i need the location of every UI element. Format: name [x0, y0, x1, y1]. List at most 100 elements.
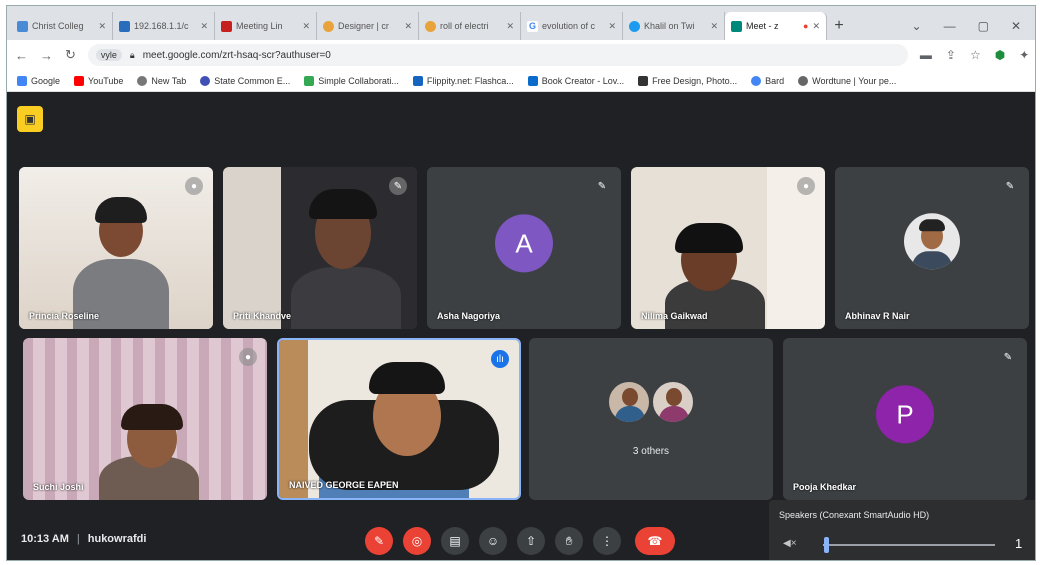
bookmark-free-design[interactable]: Free Design, Photo...	[638, 75, 737, 86]
raise-hand-button[interactable]: ✋︎	[555, 527, 583, 555]
mic-toggle-button[interactable]: ✎	[365, 527, 393, 555]
participant-tile-active-speaker[interactable]: ılı NAIVED GEORGE EAPEN	[277, 338, 521, 500]
participant-tile[interactable]: ✎ Abhinav R Nair	[835, 167, 1029, 329]
mic-off-icon: ✎	[1003, 351, 1013, 363]
participant-tile[interactable]: P ✎ Pooja Khedkar	[783, 338, 1027, 500]
close-icon[interactable]: ✕	[302, 21, 310, 32]
close-window-icon[interactable]: ✕	[1011, 19, 1021, 33]
globe-icon	[798, 75, 809, 86]
reactions-button[interactable]: ☺	[479, 527, 507, 555]
close-icon[interactable]: ✕	[710, 21, 718, 32]
flippity-icon	[412, 75, 423, 86]
speaker-volume-panel: Speakers (Conexant SmartAudio HD) ◀︎× 1	[769, 500, 1035, 560]
tab-meet[interactable]: Meet - z ● ✕	[725, 12, 827, 40]
url-field[interactable]: vyle 🔒︎ meet.google.com/zrt-hsaq-scr?aut…	[87, 44, 908, 66]
tab-gmail[interactable]: Meeting Lin ✕	[215, 12, 317, 40]
video-feed	[279, 340, 519, 498]
extensions-bar: ▬ ⇪ ☆ ⬢ ✦ ▯ ⬢ ⋮	[920, 48, 1035, 62]
reload-icon[interactable]: ↻	[65, 47, 76, 63]
bookmark-flippity[interactable]: Flippity.net: Flashca...	[412, 75, 514, 86]
tab-roll-of-electric[interactable]: roll of electri ✕	[419, 12, 521, 40]
google-icon	[17, 75, 27, 86]
meeting-info: 10:13 AM | hukowrafdi	[21, 533, 146, 545]
participant-tile[interactable]: ● Suchi Joshi	[23, 338, 267, 500]
participant-tile[interactable]: A ✎ Asha Nagoriya	[427, 167, 621, 329]
bookmark-google[interactable]: Google	[17, 75, 60, 86]
leave-call-button[interactable]: ☎	[635, 527, 675, 555]
google-icon: G	[527, 20, 538, 32]
host-controls-icon[interactable]: ▣	[17, 106, 43, 132]
close-icon[interactable]: ✕	[608, 21, 616, 32]
tab-label: Designer | cr	[338, 21, 389, 31]
avatar	[651, 380, 695, 424]
new-tab-button[interactable]: +	[827, 12, 851, 40]
video-feed	[631, 167, 825, 329]
tab-twitter[interactable]: Khalil on Twi ✕	[623, 12, 725, 40]
others-label: 3 others	[632, 446, 670, 457]
more-options-button[interactable]: ⋮	[593, 527, 621, 555]
close-icon[interactable]: ✕	[506, 21, 514, 32]
bookmark-new-tab[interactable]: New Tab	[137, 75, 187, 86]
lock-icon[interactable]: 🔒︎	[130, 50, 135, 61]
bookmark-book-creator[interactable]: Book Creator - Lov...	[527, 75, 624, 86]
close-icon[interactable]: ✕	[404, 21, 412, 32]
tab-evolution[interactable]: Gevolution of c ✕	[521, 12, 623, 40]
bookmark-label: New Tab	[151, 75, 187, 86]
present-button[interactable]: ⇧	[517, 527, 545, 555]
address-bar: ← → ↻ vyle 🔒︎ meet.google.com/zrt-hsaq-s…	[7, 40, 1035, 70]
participant-name: NAIVED GEORGE EAPEN	[289, 480, 399, 490]
bookmark-wordtune[interactable]: Wordtune | Your pe...	[798, 75, 896, 86]
forward-icon[interactable]: →	[40, 48, 53, 63]
bookmark-simple-collab[interactable]: Simple Collaborati...	[304, 75, 399, 86]
meet-stage: ▣ ● Princia Roseline ✎ Priti Khandve A ✎…	[7, 92, 1035, 560]
youtube-icon	[74, 75, 85, 86]
globe-icon	[137, 75, 148, 86]
close-icon[interactable]: ✕	[200, 21, 208, 32]
close-icon[interactable]: ✕	[812, 21, 820, 32]
others-tile[interactable]: 3 others	[529, 338, 773, 500]
maximize-icon[interactable]: ▢	[978, 19, 989, 33]
participant-name: Pooja Khedkar	[793, 482, 857, 492]
url-text: meet.google.com/zrt-hsaq-scr?authuser=0	[142, 49, 331, 61]
design-icon	[638, 75, 649, 86]
pin-icon[interactable]: ✦	[1019, 48, 1029, 62]
tab-label: evolution of c	[542, 21, 596, 31]
back-icon[interactable]: ←	[15, 48, 28, 63]
chevron-down-icon[interactable]: ⌄	[912, 19, 922, 33]
bookmark-bard[interactable]: Bard	[751, 75, 784, 86]
share-icon[interactable]: ⇪	[946, 48, 956, 62]
participant-tile[interactable]: ● Nilima Gaikwad	[631, 167, 825, 329]
star-icon[interactable]: ☆	[970, 48, 981, 62]
separator: |	[76, 533, 80, 545]
mic-off-icon: ●	[797, 177, 815, 195]
volume-slider[interactable]	[823, 537, 995, 553]
participant-name: Nilima Gaikwad	[641, 311, 708, 321]
shield-icon[interactable]: ⬢	[995, 48, 1005, 62]
tab-designer[interactable]: Designer | cr ✕	[317, 12, 419, 40]
meet-icon	[731, 20, 742, 32]
mic-off-icon: ✎	[389, 177, 407, 195]
participant-tile[interactable]: ✎ Priti Khandve	[223, 167, 417, 329]
globe-icon	[200, 75, 211, 86]
minimize-icon[interactable]: —	[944, 19, 956, 33]
tab-favicon-icon	[323, 20, 334, 32]
video-feed	[19, 167, 213, 329]
more-vert-icon: ⋮	[601, 534, 613, 548]
participant-tile[interactable]: ● Princia Roseline	[19, 167, 213, 329]
speaking-indicator-icon: ılı	[491, 350, 509, 368]
captions-button[interactable]: ▤	[441, 527, 469, 555]
camera-icon[interactable]: ▬	[920, 48, 932, 62]
volume-slider-handle[interactable]	[824, 537, 829, 553]
window-controls: ⌄ — ▢ ✕	[898, 12, 1035, 40]
tab-christ-college[interactable]: Christ Colleg ✕	[11, 12, 113, 40]
camera-toggle-button[interactable]: ◎	[403, 527, 431, 555]
meeting-time: 10:13 AM	[21, 533, 69, 545]
bookmark-youtube[interactable]: YouTube	[74, 75, 123, 86]
tab-router[interactable]: 192.168.1.1/c ✕	[113, 12, 215, 40]
close-icon[interactable]: ✕	[98, 21, 106, 32]
volume-mute-icon[interactable]: ◀︎×	[783, 538, 797, 549]
bookmark-state-common[interactable]: State Common E...	[200, 75, 290, 86]
twitter-icon	[629, 20, 640, 32]
hand-icon: ✋︎	[565, 533, 573, 548]
collab-icon	[304, 75, 315, 86]
